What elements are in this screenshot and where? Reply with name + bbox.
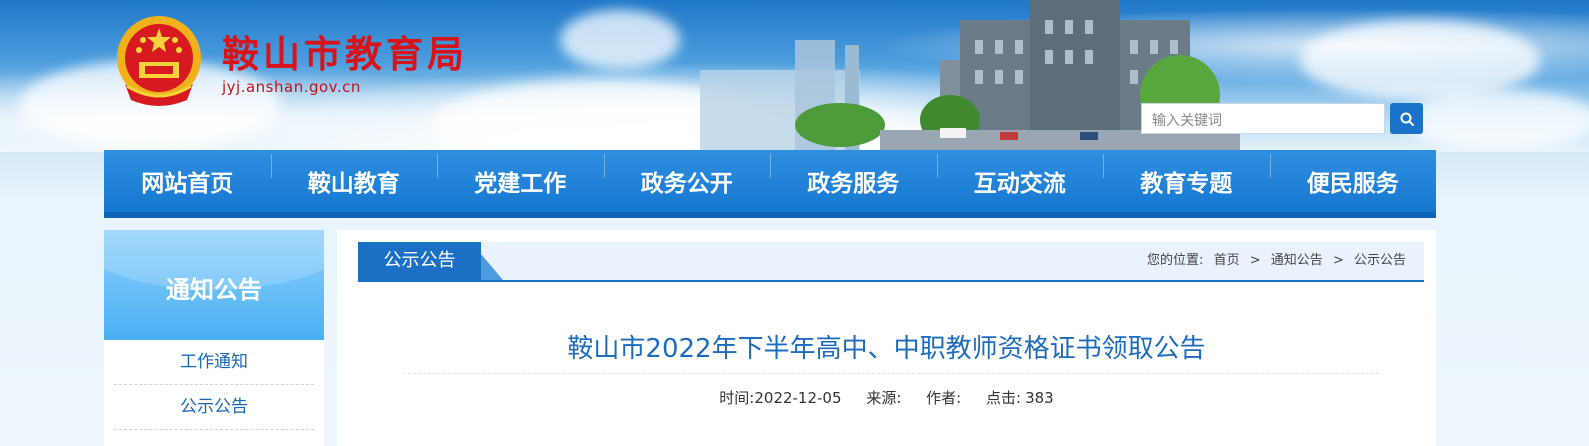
nav-item-public-services[interactable]: 便民服务 [1269, 154, 1437, 198]
site-header: 鞍山市教育局 jyj.anshan.gov.cn 输入关键词 [0, 0, 1589, 152]
nav-item-home[interactable]: 网站首页 [104, 164, 271, 198]
breadcrumb: 您的位置: 首页 > 通知公告 > 公示公告 [1144, 242, 1409, 280]
search-input[interactable]: 输入关键词 [1141, 103, 1385, 134]
breadcrumb-separator: > [1332, 253, 1344, 268]
article-title: 鞍山市2022年下半年高中、中职教师资格证书领取公告 [567, 334, 1206, 364]
search-icon [1400, 112, 1414, 126]
nav-item-government-affairs[interactable]: 政务公开 [603, 154, 771, 198]
sidebar-title: 通知公告 [166, 276, 262, 304]
sidebar-header: 通知公告 [104, 230, 324, 340]
article-time: 时间:2022-12-05 [719, 389, 842, 407]
main-content: 公示公告 您的位置: 首页 > 通知公告 > 公示公告 鞍山市2022年下半年高… [337, 230, 1436, 446]
sidebar-item-public-announcements[interactable]: 公示公告 [114, 385, 314, 430]
nav-item-anshan-education[interactable]: 鞍山教育 [270, 154, 438, 198]
breadcrumb-separator: > [1249, 253, 1261, 268]
section-tab: 公示公告 [358, 242, 481, 280]
nav-item-education-topics[interactable]: 教育专题 [1103, 154, 1270, 198]
search-button[interactable] [1390, 103, 1423, 134]
article-meta: 时间:2022-12-05 来源: 作者: 点击: 383 [337, 387, 1436, 408]
main-nav: 网站首页 鞍山教育 党建工作 政务公开 政务服务 互动交流 教育专题 便民服务 [104, 150, 1436, 218]
article-author: 作者: [926, 389, 962, 407]
sidebar-item-work-notices[interactable]: 工作通知 [114, 340, 314, 385]
tab-decoration [481, 254, 503, 280]
nav-item-government-services[interactable]: 政务服务 [770, 154, 937, 198]
article-hits-label: 点击: [986, 389, 1022, 407]
site-title: 鞍山市教育局 [222, 32, 468, 76]
breadcrumb-bar: 公示公告 您的位置: 首页 > 通知公告 > 公示公告 [358, 242, 1424, 282]
breadcrumb-label: 您的位置: [1147, 253, 1204, 268]
site-url: jyj.anshan.gov.cn [222, 78, 361, 96]
breadcrumb-notices-link[interactable]: 通知公告 [1271, 253, 1323, 268]
article-hits: 383 [1025, 389, 1054, 407]
nav-item-interaction[interactable]: 互动交流 [936, 154, 1104, 198]
title-divider [403, 373, 1379, 374]
breadcrumb-current[interactable]: 公示公告 [1354, 253, 1406, 268]
breadcrumb-home-link[interactable]: 首页 [1214, 253, 1240, 268]
sidebar: 通知公告 工作通知 公示公告 [104, 230, 324, 446]
national-emblem-logo [117, 16, 201, 106]
nav-item-party-building[interactable]: 党建工作 [437, 154, 604, 198]
article-source: 来源: [866, 389, 902, 407]
